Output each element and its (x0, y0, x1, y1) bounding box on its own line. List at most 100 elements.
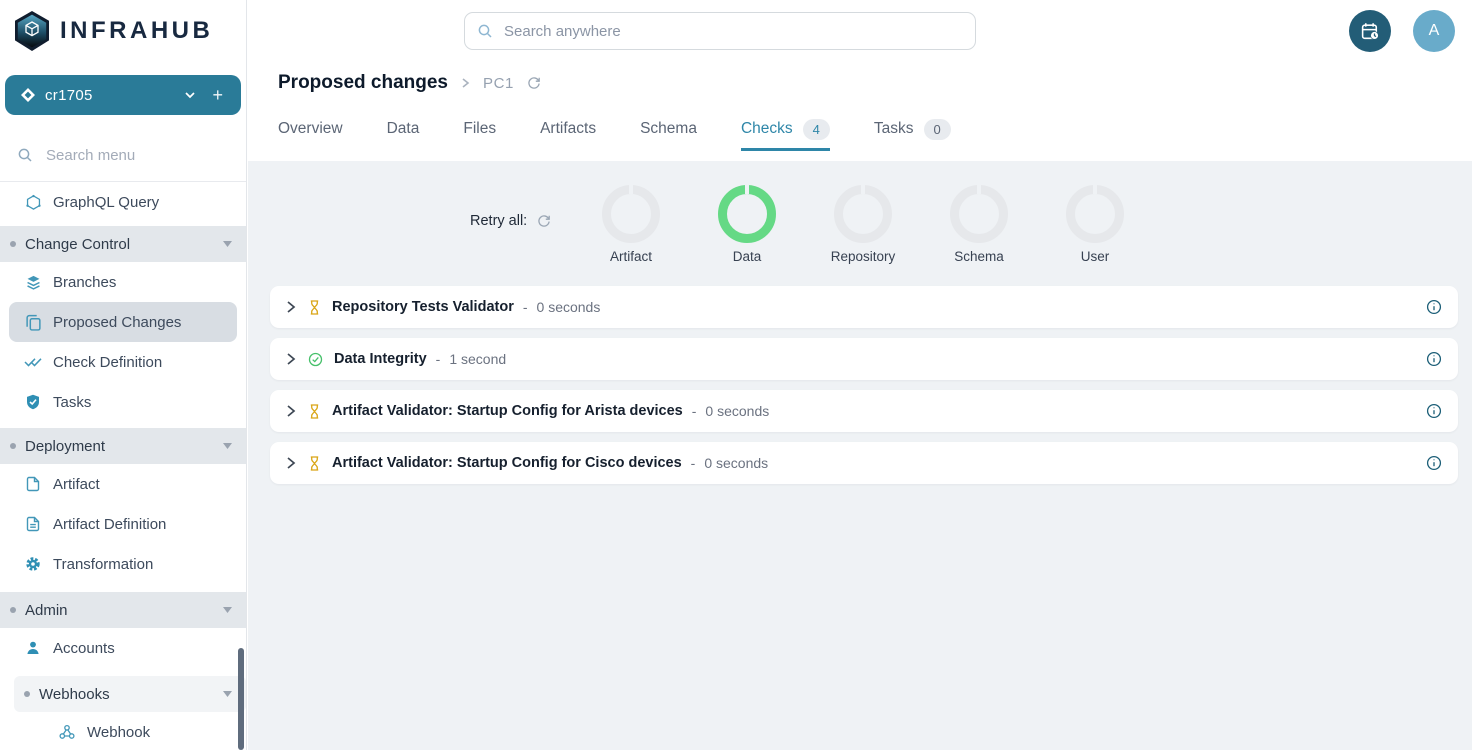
retry-all-label: Retry all: (470, 213, 527, 229)
validator-title: Artifact Validator: Startup Config for C… (332, 455, 682, 471)
chevron-right-icon (461, 77, 470, 89)
breadcrumb: Proposed changes PC1 (278, 66, 1472, 100)
chevron-right-icon[interactable] (286, 404, 296, 418)
avatar[interactable]: A (1413, 10, 1455, 52)
gear-icon (24, 555, 42, 573)
sidebar-item-proposed-changes[interactable]: Proposed Changes (9, 302, 237, 342)
branch-selector[interactable]: cr1705 + (5, 75, 241, 115)
ring-label: Repository (805, 249, 921, 264)
graphql-icon (24, 193, 42, 211)
caret-down-icon (223, 443, 232, 449)
bullet-icon (24, 691, 30, 697)
sidebar-item-artifact-definition[interactable]: Artifact Definition (0, 504, 246, 544)
sidebar-item-branches[interactable]: Branches (0, 262, 246, 302)
tab-files[interactable]: Files (463, 107, 496, 151)
branch-dropdown-button[interactable] (176, 83, 204, 107)
tab-tasks[interactable]: Tasks 0 (874, 107, 951, 151)
sidebar-item-label: Artifact (53, 476, 100, 493)
tab-checks[interactable]: Checks 4 (741, 107, 830, 151)
validator-duration: 0 seconds (704, 455, 768, 471)
sidebar-item-transformation[interactable]: Transformation (0, 544, 246, 584)
checks-panel: Retry all: Artifact Data Repository (248, 161, 1472, 750)
sidebar-scrollbar[interactable] (238, 648, 244, 750)
sidebar-item-tasks[interactable]: Tasks (0, 382, 246, 422)
tab-schema[interactable]: Schema (640, 107, 697, 151)
ring-schema[interactable]: Schema (921, 185, 1037, 264)
info-icon[interactable] (1426, 299, 1442, 315)
add-branch-button[interactable]: + (204, 80, 231, 110)
tab-artifacts[interactable]: Artifacts (540, 107, 596, 151)
chevron-down-icon (184, 89, 196, 101)
progress-ring-success-icon (718, 185, 776, 243)
hourglass-pending-icon (308, 455, 321, 472)
document-icon (24, 475, 42, 493)
proposed-changes-icon (24, 313, 42, 331)
progress-ring-icon (950, 185, 1008, 243)
branch-name: cr1705 (45, 87, 176, 104)
ring-data[interactable]: Data (689, 185, 805, 264)
validator-row[interactable]: Artifact Validator: Startup Config for A… (270, 390, 1458, 432)
ring-artifact[interactable]: Artifact (573, 185, 689, 264)
breadcrumb-root[interactable]: Proposed changes (278, 72, 448, 94)
page-header: Proposed changes PC1 Overview Data Files… (248, 66, 1472, 151)
search-icon (17, 147, 33, 163)
global-search-input[interactable] (502, 22, 975, 41)
sidebar-item-artifact[interactable]: Artifact (0, 464, 246, 504)
sidebar-item-webhook[interactable]: Webhook (0, 712, 246, 752)
tab-count-badge: 0 (924, 119, 951, 140)
validator-duration: 0 seconds (705, 403, 769, 419)
main-area: A Proposed changes PC1 Overview Data Fil… (248, 0, 1472, 750)
progress-ring-icon (834, 185, 892, 243)
refresh-icon[interactable] (527, 76, 541, 90)
brand-logo[interactable]: INFRAHUB (0, 0, 246, 62)
ring-repository[interactable]: Repository (805, 185, 921, 264)
infrahub-hexagon-logo-icon (13, 10, 51, 52)
sidebar-search-input[interactable] (44, 146, 214, 165)
retry-refresh-icon[interactable] (537, 214, 551, 228)
chevron-right-icon[interactable] (286, 352, 296, 366)
search-icon (477, 23, 493, 39)
sidebar-item-check-definition[interactable]: Check Definition (0, 342, 246, 382)
tab-label: Checks (741, 120, 793, 138)
sidebar-menu: GraphQL Query Change Control Branches (0, 182, 246, 752)
info-icon[interactable] (1426, 403, 1442, 419)
branch-icon (21, 88, 35, 102)
validator-row[interactable]: Data Integrity - 1 second (270, 338, 1458, 380)
validator-row[interactable]: Repository Tests Validator - 0 seconds (270, 286, 1458, 328)
sidebar-item-label: Accounts (53, 640, 115, 657)
webhook-icon (58, 723, 76, 741)
info-icon[interactable] (1426, 351, 1442, 367)
ring-user[interactable]: User (1037, 185, 1153, 264)
sidebar-item-graphql-query[interactable]: GraphQL Query (0, 182, 246, 222)
separator: - (692, 403, 697, 419)
sidebar-section-deployment[interactable]: Deployment (0, 428, 246, 464)
tab-overview[interactable]: Overview (278, 107, 343, 151)
caret-down-icon (223, 691, 232, 697)
sidebar-item-label: Check Definition (53, 354, 162, 371)
info-icon[interactable] (1426, 455, 1442, 471)
validator-title: Data Integrity (334, 351, 427, 367)
tab-label: Overview (278, 120, 343, 138)
brand-name: INFRAHUB (60, 17, 213, 45)
validator-title: Artifact Validator: Startup Config for A… (332, 403, 683, 419)
sidebar-section-admin[interactable]: Admin (0, 592, 246, 628)
sidebar-section-change-control[interactable]: Change Control (0, 226, 246, 262)
validator-title: Repository Tests Validator (332, 299, 514, 315)
validator-list: Repository Tests Validator - 0 seconds D… (270, 286, 1458, 494)
sidebar-section-webhooks[interactable]: Webhooks (14, 676, 246, 712)
sidebar-item-label: Proposed Changes (53, 314, 181, 331)
tab-data[interactable]: Data (387, 107, 420, 151)
validator-duration: 0 seconds (537, 299, 601, 315)
progress-ring-icon (602, 185, 660, 243)
sidebar-item-accounts[interactable]: Accounts (0, 628, 246, 668)
chevron-right-icon[interactable] (286, 300, 296, 314)
caret-down-icon (223, 607, 232, 613)
time-travel-button[interactable] (1349, 10, 1391, 52)
sidebar-item-label: Artifact Definition (53, 516, 166, 533)
sidebar-item-label: Branches (53, 274, 116, 291)
chevron-right-icon[interactable] (286, 456, 296, 470)
hourglass-pending-icon (308, 299, 321, 316)
validator-row[interactable]: Artifact Validator: Startup Config for C… (270, 442, 1458, 484)
bullet-icon (10, 443, 16, 449)
sidebar-item-label: Transformation (53, 556, 153, 573)
